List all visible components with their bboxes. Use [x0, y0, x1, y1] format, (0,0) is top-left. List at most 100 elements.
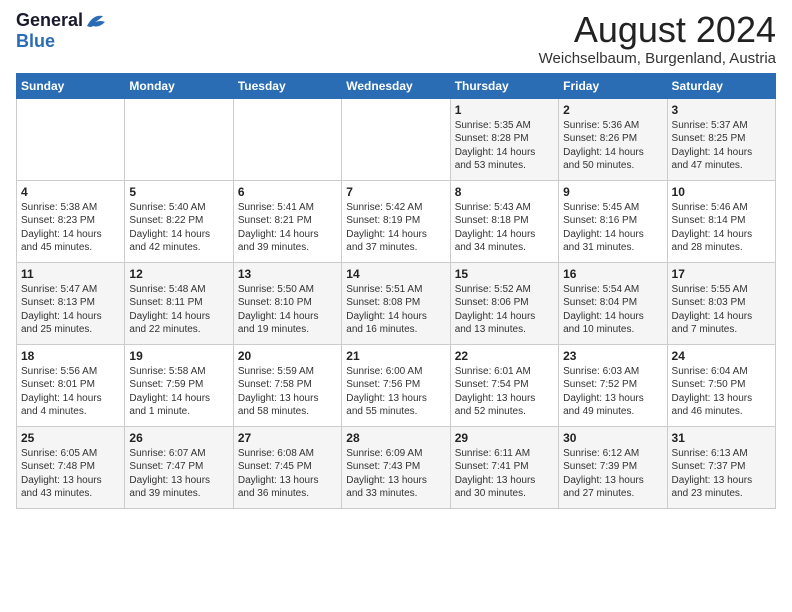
day-cell: 20 Sunrise: 5:59 AMSunset: 7:58 PMDayligh…: [233, 344, 341, 426]
day-cell: 19 Sunrise: 5:58 AMSunset: 7:59 PMDayligh…: [125, 344, 233, 426]
logo: General Blue: [16, 10, 107, 52]
day-cell: 11 Sunrise: 5:47 AMSunset: 8:13 PMDayligh…: [17, 262, 125, 344]
day-info: Sunrise: 6:08 AMSunset: 7:45 PMDaylight:…: [238, 447, 337, 501]
col-monday: Monday: [125, 73, 233, 98]
day-number: 24: [672, 349, 771, 363]
day-cell: 2 Sunrise: 5:36 AMSunset: 8:26 PMDaylight…: [559, 98, 667, 180]
day-info: Sunrise: 5:35 AMSunset: 8:28 PMDaylight:…: [455, 119, 554, 173]
day-info: Sunrise: 6:12 AMSunset: 7:39 PMDaylight:…: [563, 447, 662, 501]
day-cell: 22Sunrise: 6:01 AMSunset: 7:54 PMDayligh…: [450, 344, 558, 426]
day-number: 7: [346, 185, 445, 199]
day-number: 2: [563, 103, 662, 117]
day-number: 14: [346, 267, 445, 281]
day-info: Sunrise: 5:36 AMSunset: 8:26 PMDaylight:…: [563, 119, 662, 173]
day-number: 9: [563, 185, 662, 199]
day-cell: [233, 98, 341, 180]
day-info: Sunrise: 6:11 AMSunset: 7:41 PMDaylight:…: [455, 447, 554, 501]
day-number: 27: [238, 431, 337, 445]
day-info: Sunrise: 6:00 AMSunset: 7:56 PMDaylight:…: [346, 365, 445, 419]
week-row-5: 25 Sunrise: 6:05 AMSunset: 7:48 PMDayligh…: [17, 426, 776, 508]
day-cell: 7 Sunrise: 5:42 AMSunset: 8:19 PMDaylight…: [342, 180, 450, 262]
day-cell: 26 Sunrise: 6:07 AMSunset: 7:47 PMDayligh…: [125, 426, 233, 508]
day-cell: 12Sunrise: 5:48 AMSunset: 8:11 PMDayligh…: [125, 262, 233, 344]
logo-bird-icon: [85, 12, 107, 30]
day-info: Sunrise: 5:56 AMSunset: 8:01 PMDaylight:…: [21, 365, 120, 419]
day-number: 10: [672, 185, 771, 199]
day-cell: 24 Sunrise: 6:04 AMSunset: 7:50 PMDayligh…: [667, 344, 775, 426]
day-info: Sunrise: 5:55 AMSunset: 8:03 PMDaylight:…: [672, 283, 771, 337]
day-number: 25: [21, 431, 120, 445]
day-info: Sunrise: 5:40 AMSunset: 8:22 PMDaylight:…: [129, 201, 228, 255]
logo-general-text: General: [16, 10, 83, 31]
day-cell: 8Sunrise: 5:43 AMSunset: 8:18 PMDaylight…: [450, 180, 558, 262]
day-cell: 6 Sunrise: 5:41 AMSunset: 8:21 PMDaylight…: [233, 180, 341, 262]
day-number: 28: [346, 431, 445, 445]
month-title: August 2024: [539, 10, 776, 50]
day-cell: 14 Sunrise: 5:51 AMSunset: 8:08 PMDayligh…: [342, 262, 450, 344]
day-number: 19: [129, 349, 228, 363]
day-number: 11: [21, 267, 120, 281]
day-number: 17: [672, 267, 771, 281]
day-info: Sunrise: 6:03 AMSunset: 7:52 PMDaylight:…: [563, 365, 662, 419]
day-info: Sunrise: 5:51 AMSunset: 8:08 PMDaylight:…: [346, 283, 445, 337]
day-number: 18: [21, 349, 120, 363]
page: General Blue August 2024 Weichselbaum, B…: [0, 0, 792, 612]
day-info: Sunrise: 5:58 AMSunset: 7:59 PMDaylight:…: [129, 365, 228, 419]
day-info: Sunrise: 6:09 AMSunset: 7:43 PMDaylight:…: [346, 447, 445, 501]
day-info: Sunrise: 5:37 AMSunset: 8:25 PMDaylight:…: [672, 119, 771, 173]
col-wednesday: Wednesday: [342, 73, 450, 98]
day-info: Sunrise: 5:59 AMSunset: 7:58 PMDaylight:…: [238, 365, 337, 419]
day-info: Sunrise: 5:52 AMSunset: 8:06 PMDaylight:…: [455, 283, 554, 337]
day-number: 4: [21, 185, 120, 199]
day-cell: 21 Sunrise: 6:00 AMSunset: 7:56 PMDayligh…: [342, 344, 450, 426]
day-number: 15: [455, 267, 554, 281]
location-title: Weichselbaum, Burgenland, Austria: [539, 50, 776, 67]
day-number: 22: [455, 349, 554, 363]
day-number: 20: [238, 349, 337, 363]
day-cell: [342, 98, 450, 180]
day-number: 26: [129, 431, 228, 445]
day-info: Sunrise: 5:46 AMSunset: 8:14 PMDaylight:…: [672, 201, 771, 255]
day-cell: 15 Sunrise: 5:52 AMSunset: 8:06 PMDayligh…: [450, 262, 558, 344]
day-cell: 10 Sunrise: 5:46 AMSunset: 8:14 PMDayligh…: [667, 180, 775, 262]
day-info: Sunrise: 5:42 AMSunset: 8:19 PMDaylight:…: [346, 201, 445, 255]
day-number: 21: [346, 349, 445, 363]
day-info: Sunrise: 5:47 AMSunset: 8:13 PMDaylight:…: [21, 283, 120, 337]
day-info: Sunrise: 5:54 AMSunset: 8:04 PMDaylight:…: [563, 283, 662, 337]
week-row-3: 11 Sunrise: 5:47 AMSunset: 8:13 PMDayligh…: [17, 262, 776, 344]
week-row-2: 4Sunrise: 5:38 AMSunset: 8:23 PMDaylight…: [17, 180, 776, 262]
day-cell: 4Sunrise: 5:38 AMSunset: 8:23 PMDaylight…: [17, 180, 125, 262]
day-number: 16: [563, 267, 662, 281]
day-info: Sunrise: 6:04 AMSunset: 7:50 PMDaylight:…: [672, 365, 771, 419]
col-friday: Friday: [559, 73, 667, 98]
day-number: 13: [238, 267, 337, 281]
day-number: 30: [563, 431, 662, 445]
logo-blue-text: Blue: [16, 31, 55, 51]
week-row-4: 18 Sunrise: 5:56 AMSunset: 8:01 PMDayligh…: [17, 344, 776, 426]
day-cell: [17, 98, 125, 180]
header: General Blue August 2024 Weichselbaum, B…: [16, 10, 776, 67]
day-cell: 1 Sunrise: 5:35 AMSunset: 8:28 PMDaylight…: [450, 98, 558, 180]
day-number: 12: [129, 267, 228, 281]
day-cell: 16 Sunrise: 5:54 AMSunset: 8:04 PMDayligh…: [559, 262, 667, 344]
day-cell: 27 Sunrise: 6:08 AMSunset: 7:45 PMDayligh…: [233, 426, 341, 508]
day-number: 31: [672, 431, 771, 445]
day-cell: 29Sunrise: 6:11 AMSunset: 7:41 PMDayligh…: [450, 426, 558, 508]
day-cell: 25 Sunrise: 6:05 AMSunset: 7:48 PMDayligh…: [17, 426, 125, 508]
day-info: Sunrise: 6:07 AMSunset: 7:47 PMDaylight:…: [129, 447, 228, 501]
day-cell: 31Sunrise: 6:13 AMSunset: 7:37 PMDayligh…: [667, 426, 775, 508]
day-cell: 28 Sunrise: 6:09 AMSunset: 7:43 PMDayligh…: [342, 426, 450, 508]
day-cell: 23Sunrise: 6:03 AMSunset: 7:52 PMDayligh…: [559, 344, 667, 426]
day-info: Sunrise: 5:41 AMSunset: 8:21 PMDaylight:…: [238, 201, 337, 255]
col-tuesday: Tuesday: [233, 73, 341, 98]
week-row-1: 1 Sunrise: 5:35 AMSunset: 8:28 PMDaylight…: [17, 98, 776, 180]
day-cell: 30 Sunrise: 6:12 AMSunset: 7:39 PMDayligh…: [559, 426, 667, 508]
day-info: Sunrise: 5:50 AMSunset: 8:10 PMDaylight:…: [238, 283, 337, 337]
day-number: 1: [455, 103, 554, 117]
col-saturday: Saturday: [667, 73, 775, 98]
day-info: Sunrise: 6:05 AMSunset: 7:48 PMDaylight:…: [21, 447, 120, 501]
day-number: 6: [238, 185, 337, 199]
day-cell: 17 Sunrise: 5:55 AMSunset: 8:03 PMDayligh…: [667, 262, 775, 344]
day-cell: [125, 98, 233, 180]
day-cell: 13 Sunrise: 5:50 AMSunset: 8:10 PMDayligh…: [233, 262, 341, 344]
